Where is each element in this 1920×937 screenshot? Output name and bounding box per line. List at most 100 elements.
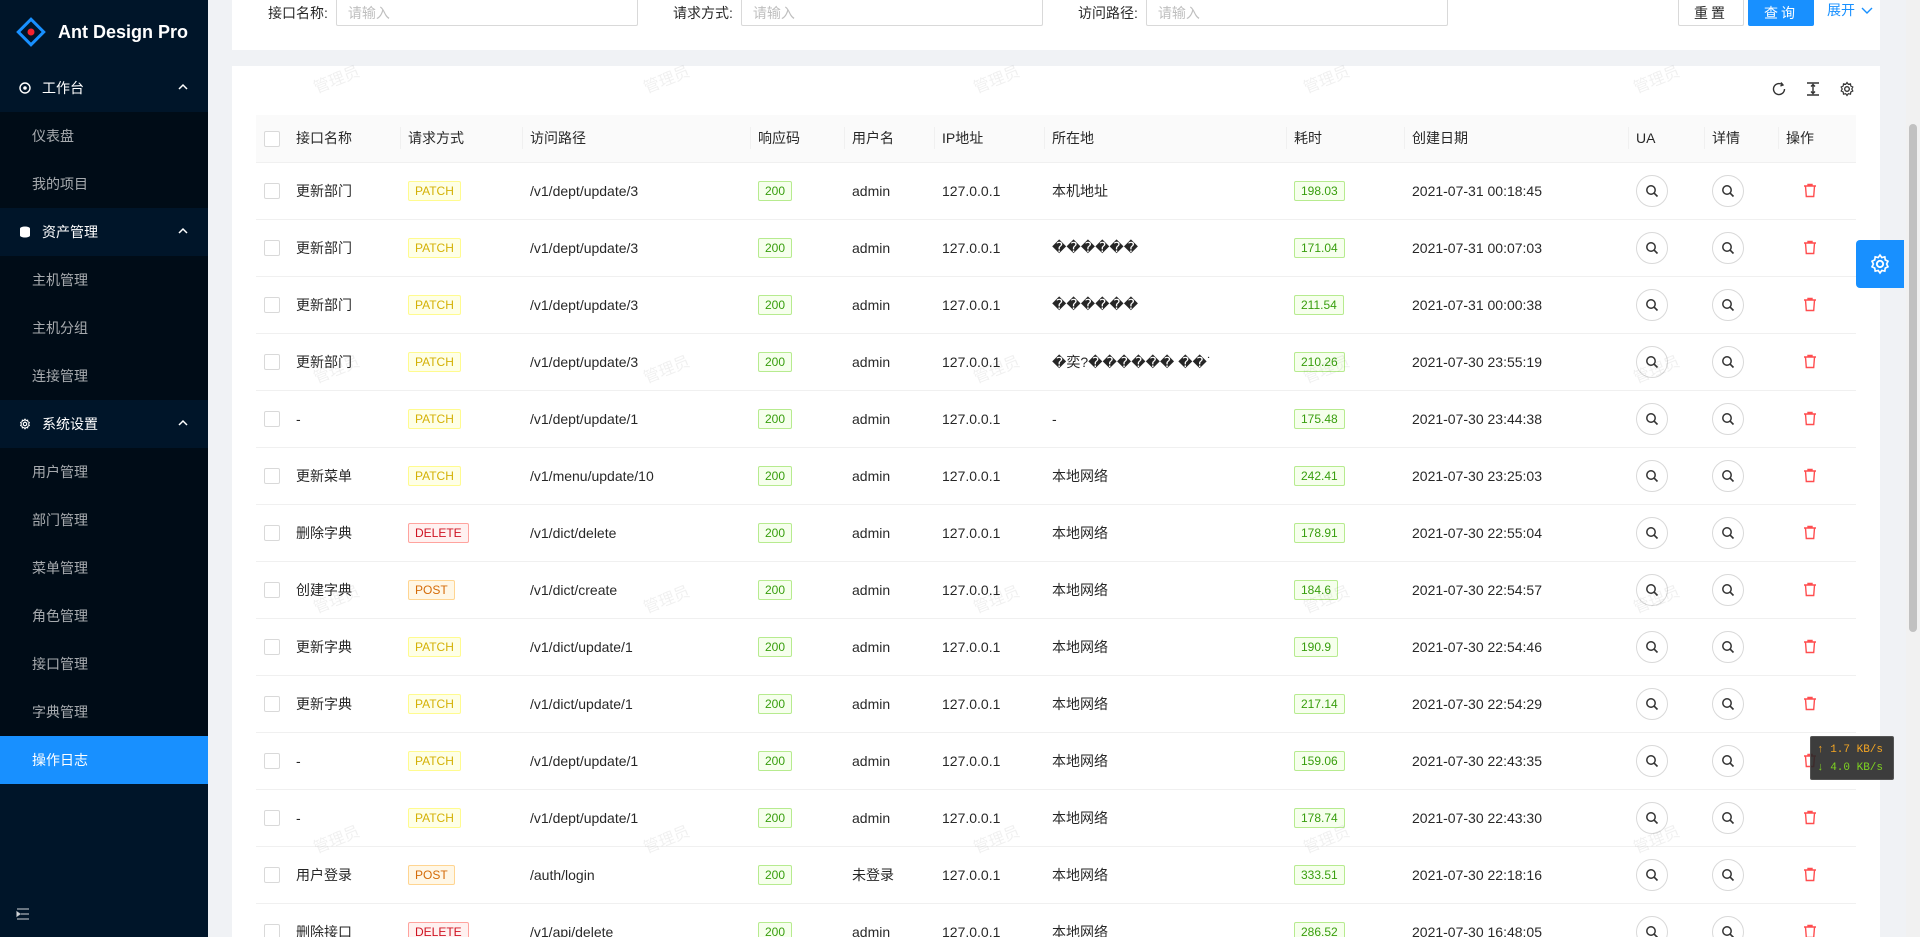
delete-button[interactable] xyxy=(1800,352,1820,372)
table-row[interactable]: 更新部门 PATCH/v1/dept/update/3 200 admin 127.0.… xyxy=(256,219,1856,277)
delete-button[interactable] xyxy=(1800,808,1820,828)
delete-button[interactable] xyxy=(1800,523,1820,543)
delete-button[interactable] xyxy=(1800,637,1820,657)
table-row[interactable]: 用户登录 POST/auth/login 200 未登录 127.0.0.1 本地网络 33… xyxy=(256,846,1856,904)
row-checkbox[interactable] xyxy=(264,525,280,542)
delete-button[interactable] xyxy=(1800,238,1820,258)
sidebar-item-2-0[interactable]: 用户管理 xyxy=(0,448,208,496)
view-ua-button[interactable] xyxy=(1636,516,1668,549)
sidebar-item-1-0[interactable]: 主机管理 xyxy=(0,256,208,304)
view-ua-button[interactable] xyxy=(1636,174,1668,207)
reload-icon[interactable] xyxy=(1770,80,1788,98)
view-detail-button[interactable] xyxy=(1712,459,1744,492)
cell-code: 200 xyxy=(750,789,844,847)
table-row[interactable]: - PATCH/v1/dept/update/1 200 admin 127.0.0.1… xyxy=(256,789,1856,847)
view-ua-button[interactable] xyxy=(1636,801,1668,834)
view-detail-button[interactable] xyxy=(1712,345,1744,378)
sidebar-item-2-5[interactable]: 字典管理 xyxy=(0,688,208,736)
method-input[interactable] xyxy=(740,0,1043,26)
view-detail-button[interactable] xyxy=(1712,801,1744,834)
row-checkbox[interactable] xyxy=(264,411,280,428)
view-detail-button[interactable] xyxy=(1712,402,1744,435)
delete-button[interactable] xyxy=(1800,466,1820,486)
delete-button[interactable] xyxy=(1800,694,1820,714)
sidebar-item-2-3[interactable]: 角色管理 xyxy=(0,592,208,640)
view-ua-button[interactable] xyxy=(1636,402,1668,435)
table-row[interactable]: 更新部门 PATCH/v1/dept/update/3 200 admin 127.0.… xyxy=(256,162,1856,220)
select-all-checkbox[interactable] xyxy=(264,130,280,147)
view-detail-button[interactable] xyxy=(1712,516,1744,549)
row-checkbox[interactable] xyxy=(264,924,280,937)
table-row[interactable]: 更新菜单 PATCH/v1/menu/update/10 200 admin 127.0… xyxy=(256,447,1856,505)
sidebar-group-2[interactable]: 系统设置 xyxy=(0,400,208,448)
row-checkbox[interactable] xyxy=(264,867,280,884)
view-ua-button[interactable] xyxy=(1636,288,1668,321)
scrollbar-thumb[interactable] xyxy=(1909,124,1917,632)
sidebar-item-0-0[interactable]: 仪表盘 xyxy=(0,112,208,160)
table-row[interactable]: 创建字典 POST/v1/dict/create 200 admin 127.0.0.1… xyxy=(256,561,1856,619)
view-detail-button[interactable] xyxy=(1712,630,1744,663)
view-ua-button[interactable] xyxy=(1636,687,1668,720)
table-row[interactable]: 删除接口 DELETE/v1/api/delete 200 admin 127.0.0.… xyxy=(256,903,1856,937)
table-row[interactable]: - PATCH/v1/dept/update/1 200 admin 127.0.0.1… xyxy=(256,732,1856,790)
row-checkbox[interactable] xyxy=(264,639,280,656)
page-scrollbar[interactable] xyxy=(1906,0,1920,937)
view-detail-button[interactable] xyxy=(1712,744,1744,777)
setting-icon[interactable] xyxy=(1838,80,1856,98)
view-detail-button[interactable] xyxy=(1712,288,1744,321)
sidebar-item-2-6[interactable]: 操作日志 xyxy=(0,736,208,784)
sidebar-item-0-1[interactable]: 我的项目 xyxy=(0,160,208,208)
expand-link[interactable]: 展开 xyxy=(1827,0,1873,20)
sidebar-item-2-2[interactable]: 菜单管理 xyxy=(0,544,208,592)
table-row[interactable]: 更新部门 PATCH/v1/dept/update/3 200 admin 127.0.… xyxy=(256,276,1856,334)
view-ua-button[interactable] xyxy=(1636,345,1668,378)
query-button[interactable]: 查询 xyxy=(1748,0,1814,26)
setting-drawer-button[interactable] xyxy=(1856,240,1904,288)
view-detail-button[interactable] xyxy=(1712,687,1744,720)
row-checkbox[interactable] xyxy=(264,582,280,599)
sidebar-group-0[interactable]: 工作台 xyxy=(0,64,208,112)
reset-button[interactable]: 重置 xyxy=(1678,0,1744,26)
menu-fold-icon[interactable] xyxy=(16,907,30,921)
delete-button[interactable] xyxy=(1800,865,1820,885)
delete-button[interactable] xyxy=(1800,580,1820,600)
table-row[interactable]: 更新字典 PATCH/v1/dict/update/1 200 admin 127.0.… xyxy=(256,618,1856,676)
view-ua-button[interactable] xyxy=(1636,573,1668,606)
view-detail-button[interactable] xyxy=(1712,231,1744,264)
view-ua-button[interactable] xyxy=(1636,630,1668,663)
api-name-input[interactable] xyxy=(335,0,638,26)
table-row[interactable]: 更新部门 PATCH/v1/dept/update/3 200 admin 127.0.… xyxy=(256,333,1856,391)
row-checkbox[interactable] xyxy=(264,468,280,485)
view-ua-button[interactable] xyxy=(1636,459,1668,492)
view-detail-button[interactable] xyxy=(1712,174,1744,207)
delete-button[interactable] xyxy=(1800,409,1820,429)
row-checkbox[interactable] xyxy=(264,297,280,314)
sidebar-item-2-4[interactable]: 接口管理 xyxy=(0,640,208,688)
view-ua-button[interactable] xyxy=(1636,915,1668,937)
table-row[interactable]: - PATCH/v1/dept/update/1 200 admin 127.0.0.1… xyxy=(256,390,1856,448)
logo[interactable]: Ant Design Pro xyxy=(0,0,208,64)
table-row[interactable]: 更新字典 PATCH/v1/dict/update/1 200 admin 127.0.… xyxy=(256,675,1856,733)
sidebar-item-1-2[interactable]: 连接管理 xyxy=(0,352,208,400)
view-ua-button[interactable] xyxy=(1636,231,1668,264)
view-detail-button[interactable] xyxy=(1712,915,1744,937)
delete-button[interactable] xyxy=(1800,922,1820,937)
delete-button[interactable] xyxy=(1800,295,1820,315)
row-checkbox[interactable] xyxy=(264,696,280,713)
row-checkbox[interactable] xyxy=(264,183,280,200)
row-checkbox[interactable] xyxy=(264,810,280,827)
column-height-icon[interactable] xyxy=(1804,80,1822,98)
view-ua-button[interactable] xyxy=(1636,744,1668,777)
view-detail-button[interactable] xyxy=(1712,573,1744,606)
sidebar-group-1[interactable]: 资产管理 xyxy=(0,208,208,256)
view-detail-button[interactable] xyxy=(1712,858,1744,891)
table-row[interactable]: 删除字典 DELETE/v1/dict/delete 200 admin 127.0.0… xyxy=(256,504,1856,562)
sidebar-item-2-1[interactable]: 部门管理 xyxy=(0,496,208,544)
view-ua-button[interactable] xyxy=(1636,858,1668,891)
delete-button[interactable] xyxy=(1800,181,1820,201)
row-checkbox[interactable] xyxy=(264,753,280,770)
row-checkbox[interactable] xyxy=(264,354,280,371)
sidebar-item-1-1[interactable]: 主机分组 xyxy=(0,304,208,352)
row-checkbox[interactable] xyxy=(264,240,280,257)
path-input[interactable] xyxy=(1145,0,1448,26)
